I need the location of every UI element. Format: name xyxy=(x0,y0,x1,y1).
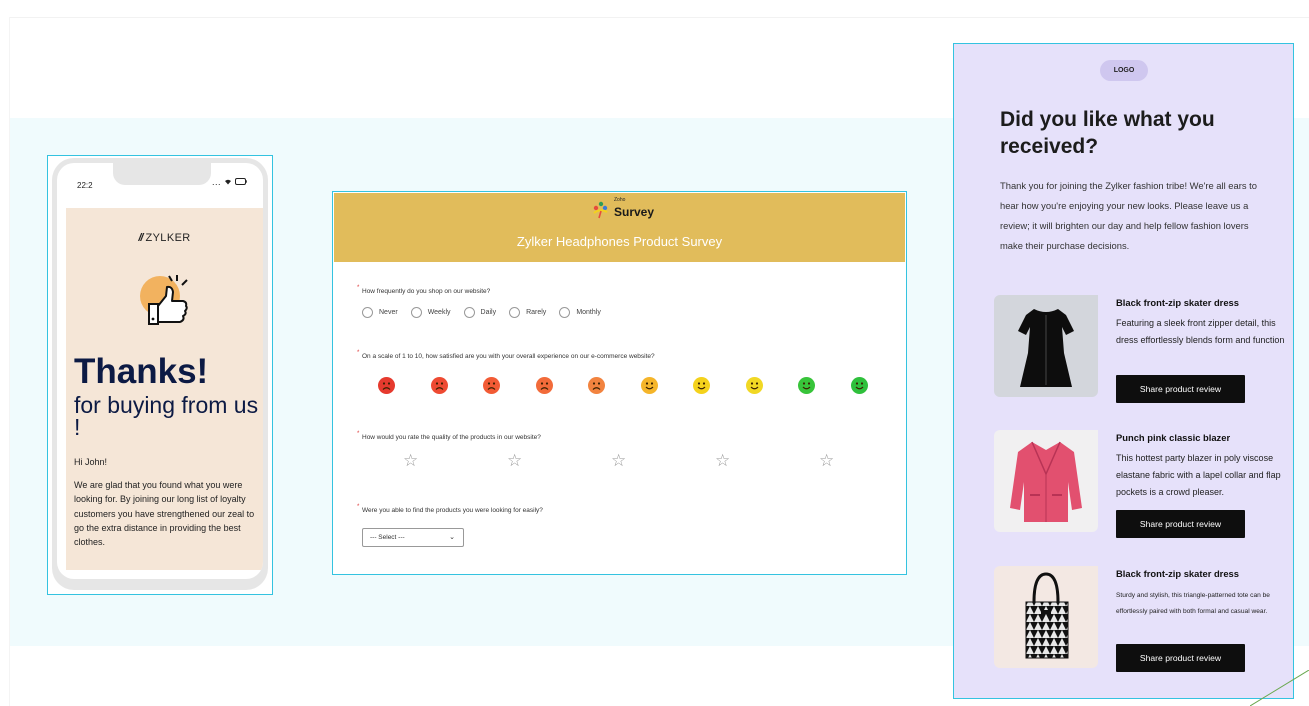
question-1-label: How frequently do you shop on our websit… xyxy=(362,288,491,295)
option-daily[interactable]: Daily xyxy=(463,307,496,318)
phone-email-card[interactable]: 22:2 ... //ZYLKER Thanks! for buying fro… xyxy=(47,155,273,595)
product-description: Featuring a sleek front zipper detail, t… xyxy=(1116,318,1285,345)
question-2: * On a scale of 1 to 10, how satisfied a… xyxy=(357,350,655,360)
product-name: Black front-zip skater dress xyxy=(1116,568,1239,579)
product-image-blazer xyxy=(994,430,1098,532)
product-name: Punch pink classic blazer xyxy=(1116,432,1231,443)
phone-status-icons: ... xyxy=(212,177,247,187)
product-item: Black front-zip skater dress Featuring a… xyxy=(994,295,1290,415)
radio-circle[interactable] xyxy=(509,307,521,318)
option-monthly[interactable]: Monthly xyxy=(559,307,601,318)
zoho-small-label: Zoho xyxy=(614,196,626,203)
zoho-survey-logo-icon xyxy=(593,201,608,219)
share-review-button[interactable]: Share product review xyxy=(1116,644,1245,672)
decorative-line xyxy=(1250,670,1309,706)
survey-title: Zylker Headphones Product Survey xyxy=(516,234,723,249)
top-divider xyxy=(10,17,1309,18)
star-icon[interactable]: ☆ xyxy=(819,452,834,469)
thank-you-email: //ZYLKER Thanks! for buying from us ! Hi… xyxy=(66,208,263,570)
required-marker: * xyxy=(357,285,360,291)
thumbs-up-icon xyxy=(136,270,198,332)
phone-screen: 22:2 ... //ZYLKER Thanks! for buying fro… xyxy=(57,163,263,579)
phone-time: 22:2 xyxy=(77,181,93,190)
thanks-heading: Thanks! xyxy=(74,352,209,391)
star-icon[interactable]: ☆ xyxy=(611,452,626,469)
product-image-dress xyxy=(994,295,1098,397)
required-marker: * xyxy=(357,504,360,510)
survey-header: Zoho Survey Zylker Headphones Product Su… xyxy=(334,193,905,262)
radio-circle[interactable] xyxy=(362,307,373,318)
question-4-label: Were you able to find the products you w… xyxy=(362,507,543,514)
rating-face-icon[interactable] xyxy=(483,377,500,394)
question-2-label: On a scale of 1 to 10, how satisfied are… xyxy=(362,353,655,360)
rating-face-icon[interactable] xyxy=(378,377,395,394)
rating-face-icon[interactable] xyxy=(640,377,658,394)
star-icon[interactable]: ☆ xyxy=(403,452,418,469)
survey-brand-label: Survey xyxy=(614,204,655,219)
required-marker: * xyxy=(357,431,360,437)
rating-face-icon[interactable] xyxy=(588,377,605,394)
logo-placeholder: LOGO xyxy=(1100,60,1148,81)
question-4: * Were you able to find the products you… xyxy=(357,504,543,514)
battery-icon xyxy=(235,177,247,187)
quality-rating: ☆ ☆ ☆ ☆ ☆ xyxy=(403,452,843,470)
product-image-tote xyxy=(994,566,1098,668)
radio-circle[interactable] xyxy=(559,307,571,318)
rating-face-icon[interactable] xyxy=(693,377,710,394)
radio-circle[interactable] xyxy=(410,307,422,318)
satisfaction-scale xyxy=(378,377,868,395)
product-description: Sturdy and stylish, this triangle-patter… xyxy=(1116,592,1270,615)
email-body: We are glad that you found what you were… xyxy=(74,480,255,548)
radio-circle[interactable] xyxy=(463,307,475,318)
zoho-survey-logo: Zoho Survey xyxy=(590,196,655,220)
option-rarely[interactable]: Rarely xyxy=(509,307,546,318)
zylker-logo: //ZYLKER xyxy=(138,232,191,244)
zylker-logo-icon: // xyxy=(138,232,143,244)
product-item: Black front-zip skater dress Sturdy and … xyxy=(994,566,1290,686)
share-review-button[interactable]: Share product review xyxy=(1116,375,1245,403)
survey-card[interactable]: Zoho Survey Zylker Headphones Product Su… xyxy=(332,191,907,575)
review-request-card[interactable]: LOGO Did you like what you received? Tha… xyxy=(953,43,1294,699)
rating-face-icon[interactable] xyxy=(430,377,448,394)
star-icon[interactable]: ☆ xyxy=(507,452,522,469)
find-products-select[interactable]: --- Select --- ⌄ xyxy=(362,528,464,547)
review-body: Thank you for joining the Zylker fashion… xyxy=(1000,180,1257,251)
question-1: * How frequently do you shop on our webs… xyxy=(357,285,491,295)
product-item: Punch pink classic blazer This hottest p… xyxy=(994,430,1290,550)
star-icon[interactable]: ☆ xyxy=(715,452,730,469)
question-3-label: How would you rate the quality of the pr… xyxy=(362,434,541,441)
required-marker: * xyxy=(357,350,360,356)
rating-face-icon[interactable] xyxy=(798,377,815,394)
phone-mockup: 22:2 ... //ZYLKER Thanks! for buying fro… xyxy=(52,158,268,590)
greeting: Hi John! xyxy=(74,457,108,467)
option-weekly[interactable]: Weekly xyxy=(410,307,451,318)
product-name: Black front-zip skater dress xyxy=(1116,297,1239,308)
thanks-subheading: for buying from us ! xyxy=(74,392,259,440)
share-review-button[interactable]: Share product review xyxy=(1116,510,1245,538)
chevron-down-icon: ⌄ xyxy=(449,534,455,541)
signal-icon: ... xyxy=(211,177,221,187)
select-value: --- Select --- xyxy=(370,534,405,541)
question-3: * How would you rate the quality of the … xyxy=(357,431,541,441)
option-never[interactable]: Never xyxy=(362,307,398,318)
rating-face-icon[interactable] xyxy=(850,377,868,394)
review-title: Did you like what you received? xyxy=(1000,108,1215,158)
shop-frequency-options: Never Weekly Daily Rarely Monthly xyxy=(362,307,614,318)
wifi-icon xyxy=(224,177,235,187)
product-description: This hottest party blazer in poly viscos… xyxy=(1116,453,1281,497)
rating-face-icon[interactable] xyxy=(745,377,763,394)
phone-notch xyxy=(113,163,211,185)
rating-face-icon[interactable] xyxy=(535,377,553,394)
